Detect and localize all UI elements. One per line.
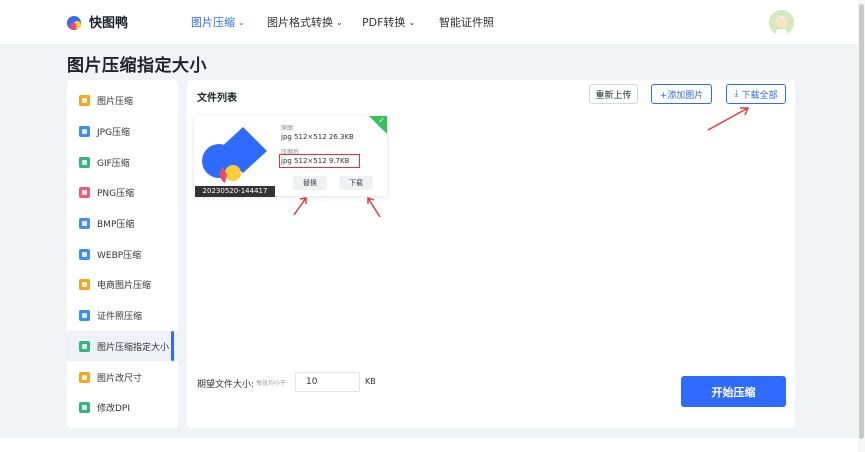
top-navigation-bar: 快图鸭 图片压缩 ⌄ 图片格式转换 ⌄ PDF转换 ⌄ 智能证件照 <box>0 0 865 44</box>
chevron-down-icon: ⌄ <box>238 17 245 27</box>
sidebar: 图片压缩 JPG压缩 GIF压缩 PNG压缩 BMP压缩 WEBP压缩 电商图片… <box>67 80 178 428</box>
sidebar-item-label: 修改DPI <box>97 403 131 414</box>
dpi-icon <box>79 401 90 413</box>
nav-format-convert[interactable]: 图片格式转换 ⌄ <box>267 14 343 30</box>
chevron-down-icon: ⌄ <box>336 17 343 27</box>
download-icon: ⤓ <box>734 89 739 99</box>
sidebar-item-label: 电商图片压缩 <box>97 280 152 291</box>
sidebar-item-label: PNG压缩 <box>97 188 135 199</box>
sidebar-item-dpi[interactable]: 修改DPI <box>67 392 178 422</box>
annotation-highlight-box <box>279 154 360 168</box>
sidebar-item-resize[interactable]: 图片改尺寸 <box>67 362 178 392</box>
sidebar-item-png-compress[interactable]: PNG压缩 <box>67 177 178 207</box>
bmp-icon <box>79 217 90 229</box>
nav-image-compress[interactable]: 图片压缩 ⌄ <box>191 14 245 30</box>
sidebar-item-label: GIF压缩 <box>97 158 130 169</box>
sidebar-item-image-compress[interactable]: 图片压缩 <box>67 85 178 115</box>
file-card: 20230520-144417 原图 jpg 512×512 26.3KB 压缩… <box>194 116 387 197</box>
add-image-button[interactable]: +添加图片 <box>651 84 712 104</box>
target-size-input[interactable]: 10 <box>295 372 360 392</box>
start-compress-button[interactable]: 开始压缩 <box>681 376 786 407</box>
png-icon <box>79 186 90 198</box>
avatar[interactable] <box>769 10 794 35</box>
ecommerce-icon <box>79 278 90 290</box>
nav-id-photo[interactable]: 智能证件照 <box>439 14 494 30</box>
thumbnail-caption: 20230520-144417 <box>195 186 275 197</box>
download-all-label: 下载全部 <box>741 90 778 101</box>
duck-logo-thumbnail-icon <box>195 117 275 197</box>
nav-label: PDF转换 <box>362 16 406 29</box>
page-title: 图片压缩指定大小 <box>67 56 207 76</box>
jpg-icon <box>79 125 90 137</box>
sidebar-item-ecommerce-compress[interactable]: 电商图片压缩 <box>67 269 178 299</box>
sidebar-item-target-size-compress[interactable]: 图片压缩指定大小 <box>67 331 178 361</box>
gif-icon <box>79 156 90 168</box>
target-size-hint: 每张均小于 <box>256 380 287 387</box>
sidebar-item-jpg-compress[interactable]: JPG压缩 <box>67 116 178 146</box>
page-scrollbar[interactable] <box>858 0 865 452</box>
sidebar-item-label: 证件照压缩 <box>97 311 143 322</box>
sidebar-item-webp-compress[interactable]: WEBP压缩 <box>67 239 178 269</box>
checkmark-icon: ✓ <box>378 116 385 125</box>
sidebar-item-bmp-compress[interactable]: BMP压缩 <box>67 208 178 238</box>
webp-icon <box>79 248 90 260</box>
nav-pdf-convert[interactable]: PDF转换 ⌄ <box>362 14 415 30</box>
size-unit-label: KB <box>365 377 376 386</box>
sidebar-item-label: JPG压缩 <box>97 127 131 138</box>
original-info: jpg 512×512 26.3KB <box>281 133 354 141</box>
image-thumbnail[interactable]: 20230520-144417 <box>195 117 275 197</box>
resize-icon <box>79 371 90 383</box>
nav-label: 智能证件照 <box>439 16 494 29</box>
file-list-title: 文件列表 <box>197 93 237 104</box>
nav-label: 图片格式转换 <box>267 16 333 29</box>
sidebar-item-label: 图片改尺寸 <box>97 373 143 384</box>
user-avatar-icon <box>769 10 794 35</box>
target-size-icon <box>79 340 90 352</box>
reupload-button[interactable]: 重新上传 <box>589 84 638 104</box>
original-label: 原图 <box>281 125 294 132</box>
chevron-down-icon: ⌄ <box>408 17 416 27</box>
brand-logo[interactable]: 快图鸭 <box>66 12 128 31</box>
sidebar-item-label: 图片压缩指定大小 <box>97 342 170 353</box>
sidebar-item-label: 图片压缩 <box>97 96 134 107</box>
sidebar-item-label: BMP压缩 <box>97 219 135 230</box>
id-photo-icon <box>79 309 90 321</box>
sidebar-item-gif-compress[interactable]: GIF压缩 <box>67 147 178 177</box>
sidebar-item-label: WEBP压缩 <box>97 250 142 261</box>
sidebar-item-id-photo-compress[interactable]: 证件照压缩 <box>67 300 178 330</box>
footer <box>0 438 865 452</box>
download-button[interactable]: 下载 <box>339 176 373 190</box>
brand-name: 快图鸭 <box>89 16 129 31</box>
main-panel: 文件列表 重新上传 +添加图片 ⤓ 下载全部 20230520-144417 原… <box>187 80 795 428</box>
nav-label: 图片压缩 <box>191 16 235 29</box>
duck-logo-icon <box>67 15 81 30</box>
download-all-button[interactable]: ⤓ 下载全部 <box>726 84 786 104</box>
scrollbar-thumb[interactable] <box>859 4 864 439</box>
target-size-label: 期望文件大小: <box>197 380 255 390</box>
compress-icon <box>79 94 90 106</box>
replace-button[interactable]: 替换 <box>293 176 327 190</box>
